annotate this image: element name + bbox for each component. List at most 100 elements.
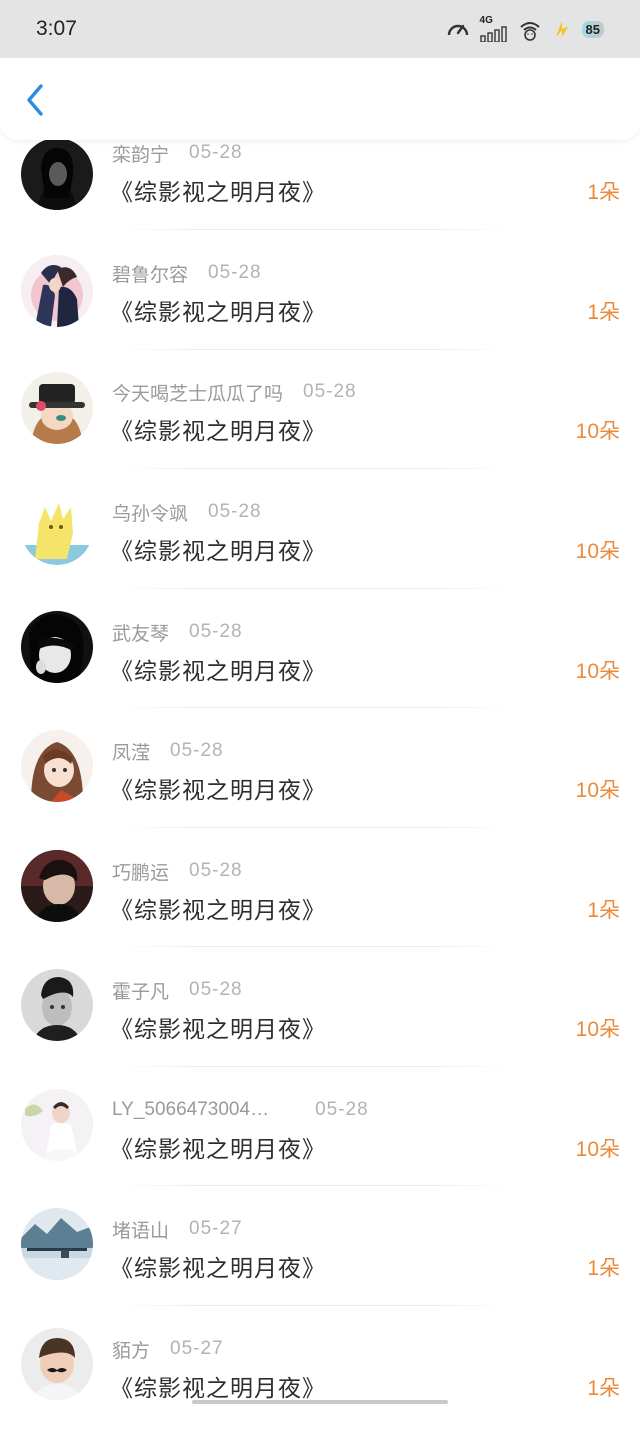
avatar-man-dark-icon: [21, 850, 93, 922]
user-name: 霍子凡: [112, 977, 169, 1004]
date: 05-28: [208, 501, 262, 523]
divider: [120, 468, 510, 469]
list-item[interactable]: 乌孙令飒 05-28 《综影视之明月夜》 10朵: [0, 499, 640, 619]
flower-count: 1朵: [587, 176, 620, 206]
avatar-couple-illustration-icon: [21, 255, 93, 327]
book-title: 《综影视之明月夜》: [110, 891, 326, 925]
item-meta: 貊方 05-27: [112, 1336, 224, 1362]
nav-bar: [0, 58, 640, 140]
book-title: 《综影视之明月夜》: [110, 1249, 326, 1283]
user-name: 碧鲁尔容: [112, 260, 188, 287]
date: 05-28: [189, 621, 243, 643]
date: 05-27: [170, 1338, 224, 1360]
book-title: 《综影视之明月夜》: [110, 532, 326, 566]
list-item[interactable]: 貊方 05-27 《综影视之明月夜》 1朵: [0, 1336, 640, 1456]
avatar[interactable]: [21, 850, 93, 922]
item-meta: LY_5066473004… 05-28: [112, 1097, 369, 1123]
date: 05-28: [189, 860, 243, 882]
avatar[interactable]: [21, 611, 93, 683]
book-title: 《综影视之明月夜》: [110, 1130, 326, 1164]
avatar-kid-mustache-icon: [21, 1328, 93, 1400]
avatar[interactable]: [21, 372, 93, 444]
item-meta: 乌孙令飒 05-28: [112, 499, 262, 525]
flower-count: 1朵: [587, 1372, 620, 1402]
list-item[interactable]: 堵语山 05-27 《综影视之明月夜》 1朵: [0, 1216, 640, 1336]
avatar[interactable]: [21, 1328, 93, 1400]
avatar[interactable]: [21, 969, 93, 1041]
list-item[interactable]: 武友琴 05-28 《综影视之明月夜》 10朵: [0, 619, 640, 739]
item-meta: 霍子凡 05-28: [112, 977, 243, 1003]
divider: [120, 588, 510, 589]
date: 05-28: [208, 262, 262, 284]
flower-count: 10朵: [576, 774, 620, 804]
user-name: 凤滢: [112, 738, 150, 765]
divider: [120, 946, 510, 947]
book-title: 《综影视之明月夜》: [110, 293, 326, 327]
avatar-cartoon-girl-hat-icon: [21, 372, 93, 444]
status-time: 3:07: [36, 17, 77, 41]
divider: [120, 827, 510, 828]
avatar-landscape-icon: [21, 1208, 93, 1280]
avatar-man-bw-icon: [21, 969, 93, 1041]
list-item[interactable]: LY_5066473004… 05-28 《综影视之明月夜》 10朵: [0, 1097, 640, 1217]
status-bar: 3:07 4G 85: [0, 0, 640, 58]
flower-count: 10朵: [576, 415, 620, 445]
date: 05-28: [315, 1099, 369, 1121]
user-name: 乌孙令飒: [112, 499, 188, 526]
user-name: 堵语山: [112, 1216, 169, 1243]
divider: [120, 229, 510, 230]
list-item[interactable]: 今天喝芝士瓜瓜了吗 05-28 《综影视之明月夜》 10朵: [0, 379, 640, 499]
avatar[interactable]: [21, 1089, 93, 1161]
user-name: 栾韵宁: [112, 140, 169, 167]
date: 05-28: [170, 740, 224, 762]
home-indicator[interactable]: [192, 1400, 448, 1404]
date: 05-28: [303, 381, 357, 403]
back-button[interactable]: [18, 80, 52, 120]
item-meta: 碧鲁尔容 05-28: [112, 260, 262, 286]
book-title: 《综影视之明月夜》: [110, 1010, 326, 1044]
chevron-left-icon: [25, 83, 45, 117]
list-item[interactable]: 栾韵宁 05-28 《综影视之明月夜》 1朵: [0, 140, 640, 260]
divider: [120, 1185, 510, 1186]
item-meta: 堵语山 05-27: [112, 1216, 243, 1242]
avatar[interactable]: [21, 493, 93, 565]
flower-count: 10朵: [576, 1013, 620, 1043]
signal-icon: 4G: [480, 16, 508, 42]
book-title: 《综影视之明月夜》: [110, 412, 326, 446]
battery-level: 85: [582, 21, 604, 38]
avatar-girl-dark-hair-icon: [21, 138, 93, 210]
speedometer-icon: [446, 19, 470, 39]
avatar-anime-girl-icon: [21, 730, 93, 802]
flower-count: 1朵: [587, 894, 620, 924]
avatar[interactable]: [21, 255, 93, 327]
list-item[interactable]: 巧鹏运 05-28 《综影视之明月夜》 1朵: [0, 858, 640, 978]
list-item[interactable]: 碧鲁尔容 05-28 《综影视之明月夜》 1朵: [0, 260, 640, 380]
user-name: 貊方: [112, 1336, 150, 1363]
avatar-woman-bw-icon: [21, 611, 93, 683]
divider: [120, 349, 510, 350]
flower-count: 10朵: [576, 535, 620, 565]
divider: [120, 1305, 510, 1306]
user-name: LY_5066473004…: [112, 1099, 269, 1121]
avatar[interactable]: [21, 730, 93, 802]
user-name: 武友琴: [112, 619, 169, 646]
network-type: 4G: [480, 16, 493, 26]
flower-count: 1朵: [587, 1252, 620, 1282]
date: 05-28: [189, 979, 243, 1001]
flower-count: 10朵: [576, 1133, 620, 1163]
item-meta: 今天喝芝士瓜瓜了吗 05-28: [112, 379, 357, 405]
avatar[interactable]: [21, 138, 93, 210]
avatar[interactable]: [21, 1208, 93, 1280]
book-title: 《综影视之明月夜》: [110, 1369, 326, 1403]
flower-count: 10朵: [576, 655, 620, 685]
date: 05-28: [189, 142, 243, 164]
book-title: 《综影视之明月夜》: [110, 173, 326, 207]
list-item[interactable]: 凤滢 05-28 《综影视之明月夜》 10朵: [0, 738, 640, 858]
list-item[interactable]: 霍子凡 05-28 《综影视之明月夜》 10朵: [0, 977, 640, 1097]
avatar-child-white-icon: [21, 1089, 93, 1161]
wifi-icon: [518, 17, 542, 41]
item-meta: 武友琴 05-28: [112, 619, 243, 645]
item-meta: 巧鹏运 05-28: [112, 858, 243, 884]
item-meta: 凤滢 05-28: [112, 738, 224, 764]
status-icons: 4G 85: [446, 16, 604, 42]
